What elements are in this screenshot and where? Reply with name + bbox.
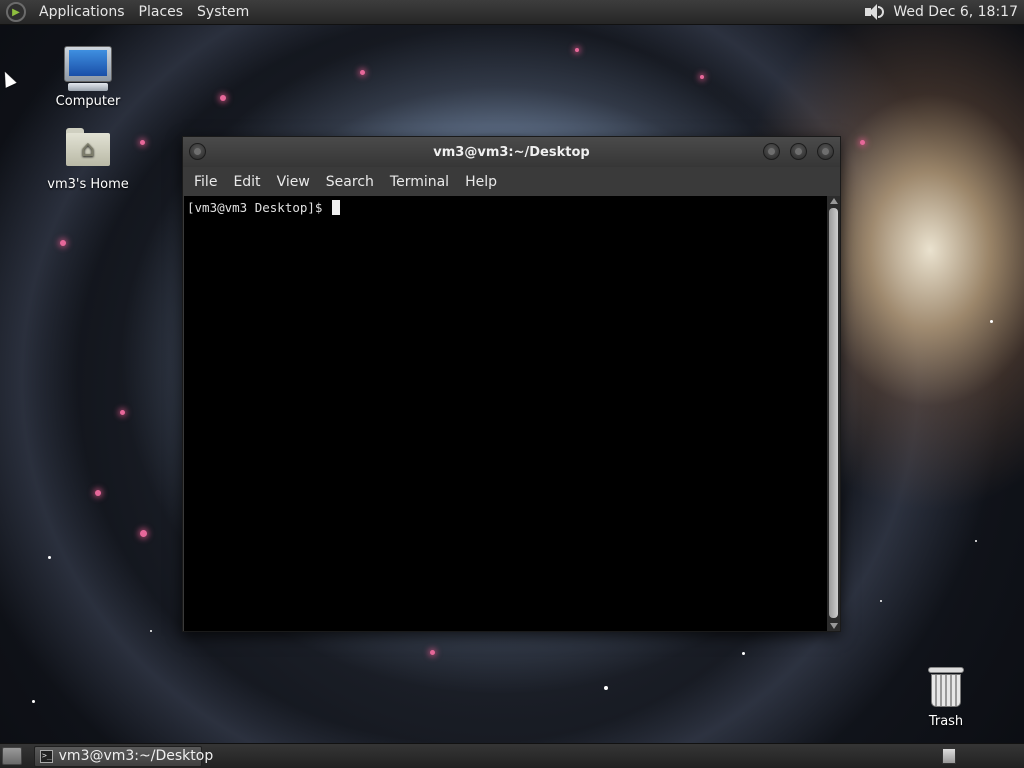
window-menu-button[interactable]	[189, 143, 206, 160]
menu-view[interactable]: View	[269, 174, 318, 190]
terminal-menubar: File Edit View Search Terminal Help	[183, 167, 840, 196]
applications-menu[interactable]: Applications	[32, 4, 132, 20]
scroll-up-icon[interactable]	[830, 198, 838, 204]
places-menu[interactable]: Places	[132, 4, 191, 20]
trash-icon	[928, 667, 964, 707]
trash-desktop-icon[interactable]: Trash	[916, 667, 976, 729]
home-label: vm3's Home	[47, 177, 129, 192]
home-desktop-icon[interactable]: ⌂ vm3's Home	[46, 128, 130, 192]
bottom-panel: >_ vm3@vm3:~/Desktop	[0, 743, 1024, 768]
menu-file[interactable]: File	[186, 174, 225, 190]
volume-icon[interactable]	[863, 2, 885, 22]
text-cursor	[332, 200, 340, 215]
panel-tray: Wed Dec 6, 18:17	[863, 2, 1024, 22]
window-title: vm3@vm3:~/Desktop	[433, 144, 590, 160]
scroll-thumb[interactable]	[829, 208, 838, 618]
terminal-window: vm3@vm3:~/Desktop File Edit View Search …	[182, 136, 841, 632]
clock[interactable]: Wed Dec 6, 18:17	[893, 4, 1018, 20]
scroll-down-icon[interactable]	[830, 623, 838, 629]
workspace-switcher[interactable]	[942, 748, 956, 764]
maximize-button[interactable]	[790, 143, 807, 160]
terminal-icon: >_	[40, 749, 53, 763]
menu-edit[interactable]: Edit	[225, 174, 268, 190]
menu-help[interactable]: Help	[457, 174, 505, 190]
close-button[interactable]	[817, 143, 834, 160]
computer-icon	[64, 46, 112, 82]
shell-prompt: [vm3@vm3 Desktop]$	[187, 200, 330, 215]
computer-label: Computer	[55, 94, 121, 109]
terminal-scrollbar[interactable]	[827, 196, 840, 631]
terminal-output[interactable]: [vm3@vm3 Desktop]$	[184, 196, 827, 631]
menu-terminal[interactable]: Terminal	[382, 174, 457, 190]
top-panel: ▶ Applications Places System Wed Dec 6, …	[0, 0, 1024, 25]
computer-desktop-icon[interactable]: Computer	[52, 46, 124, 109]
minimize-button[interactable]	[763, 143, 780, 160]
menu-search[interactable]: Search	[318, 174, 382, 190]
taskbar-terminal-button[interactable]: >_ vm3@vm3:~/Desktop	[34, 745, 213, 767]
trash-label: Trash	[928, 714, 964, 729]
window-titlebar[interactable]: vm3@vm3:~/Desktop	[183, 137, 840, 167]
show-desktop-button[interactable]	[2, 747, 22, 765]
applications-menu-icon[interactable]: ▶	[6, 2, 26, 22]
taskbar-terminal-label: vm3@vm3:~/Desktop	[58, 748, 214, 764]
system-menu[interactable]: System	[190, 4, 256, 20]
home-folder-icon: ⌂	[66, 128, 110, 166]
